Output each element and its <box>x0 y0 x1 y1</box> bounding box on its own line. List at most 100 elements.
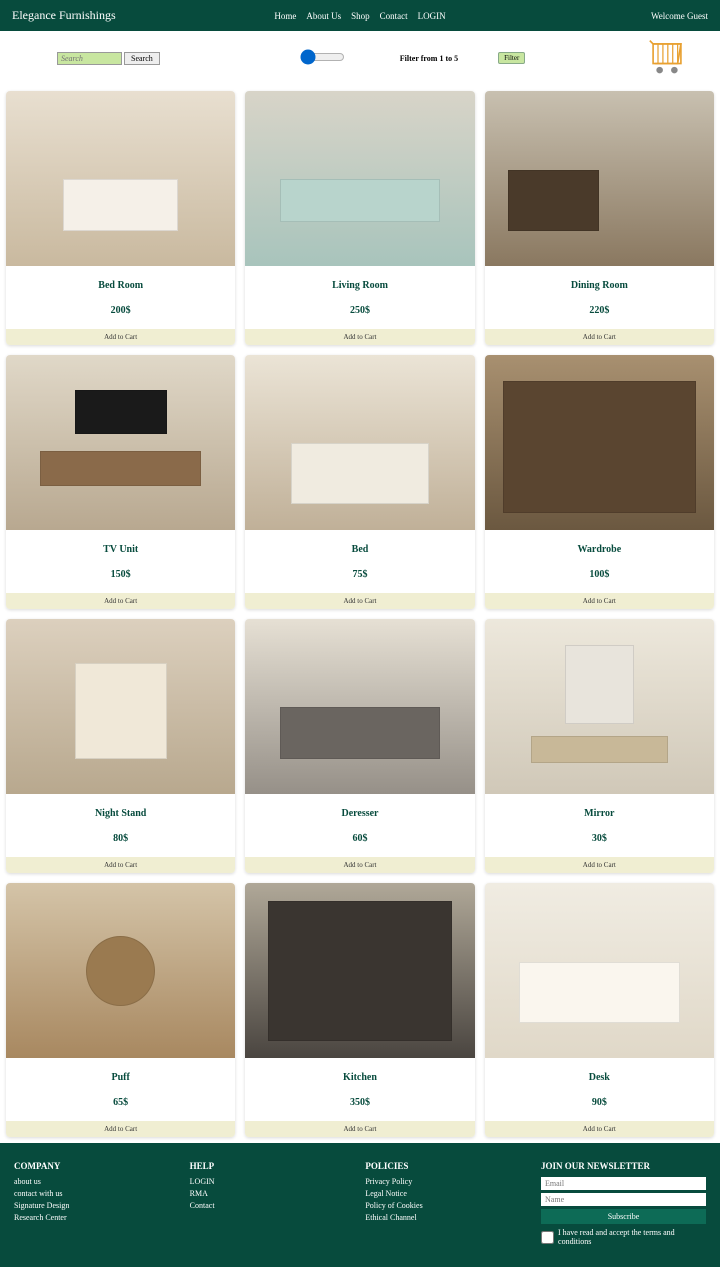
footer-link[interactable]: Signature Design <box>14 1201 160 1210</box>
product-image[interactable] <box>6 355 235 530</box>
search-input[interactable] <box>57 52 122 65</box>
brand-logo: Elegance Furnishings <box>12 8 116 23</box>
footer-help: HELP LOGIN RMA Contact <box>190 1161 336 1249</box>
product-grid: Bed Room200$ Add to Cart Living Room250$ A… <box>0 85 720 1143</box>
cart-icon[interactable] <box>646 39 688 77</box>
product-title: TV Unit <box>6 530 235 563</box>
add-to-cart-button[interactable]: Add to Cart <box>6 329 235 345</box>
footer-policies: POLICIES Privacy Policy Legal Notice Pol… <box>365 1161 511 1249</box>
product-title: Mirror <box>485 794 714 827</box>
product-price: 150$ <box>6 563 235 590</box>
product-card: Wardrobe100$ Add to Cart <box>485 355 714 609</box>
nav-about[interactable]: About Us <box>306 11 341 21</box>
add-to-cart-button[interactable]: Add to Cart <box>245 329 474 345</box>
nav-home[interactable]: Home <box>274 11 296 21</box>
terms-checkbox-row: I have read and accept the terms and con… <box>541 1228 706 1246</box>
footer-link[interactable]: Contact <box>190 1201 336 1210</box>
footer-link[interactable]: Privacy Policy <box>365 1177 511 1186</box>
product-price: 220$ <box>485 299 714 326</box>
product-title: Living Room <box>245 266 474 299</box>
footer-link[interactable]: contact with us <box>14 1189 160 1198</box>
welcome-text: Welcome Guest <box>651 11 708 21</box>
footer-heading: COMPANY <box>14 1161 160 1171</box>
terms-label: I have read and accept the terms and con… <box>558 1228 706 1246</box>
footer-link[interactable]: Policy of Cookies <box>365 1201 511 1210</box>
nav-contact[interactable]: Contact <box>380 11 408 21</box>
product-image[interactable] <box>6 883 235 1058</box>
product-image[interactable] <box>245 355 474 530</box>
product-card: TV Unit150$ Add to Cart <box>6 355 235 609</box>
add-to-cart-button[interactable]: Add to Cart <box>6 1121 235 1137</box>
footer-heading: JOIN OUR NEWSLETTER <box>541 1161 706 1171</box>
search-button[interactable]: Search <box>124 52 160 65</box>
nav-shop[interactable]: Shop <box>351 11 370 21</box>
product-image[interactable] <box>245 91 474 266</box>
product-card: Desk90$ Add to Cart <box>485 883 714 1137</box>
product-image[interactable] <box>6 91 235 266</box>
product-title: Desk <box>485 1058 714 1091</box>
filter-button[interactable]: Filter <box>498 52 525 64</box>
add-to-cart-button[interactable]: Add to Cart <box>485 857 714 873</box>
footer-company: COMPANY about us contact with us Signatu… <box>14 1161 160 1249</box>
product-price: 100$ <box>485 563 714 590</box>
terms-checkbox[interactable] <box>541 1231 554 1244</box>
price-slider-wrap <box>300 49 345 67</box>
footer-link[interactable]: about us <box>14 1177 160 1186</box>
subscribe-button[interactable]: Subscribe <box>541 1209 706 1224</box>
product-title: Deresser <box>245 794 474 827</box>
product-price: 200$ <box>6 299 235 326</box>
product-image[interactable] <box>245 883 474 1058</box>
product-card: Night Stand80$Add to Cart <box>6 619 235 873</box>
newsletter-name-input[interactable] <box>541 1193 706 1206</box>
add-to-cart-button[interactable]: Add to Cart <box>245 1121 474 1137</box>
header: Elegance Furnishings Home About Us Shop … <box>0 0 720 31</box>
add-to-cart-button[interactable]: Add to Cart <box>485 1121 714 1137</box>
nav-login[interactable]: LOGIN <box>418 11 446 21</box>
footer-newsletter: JOIN OUR NEWSLETTER Subscribe I have rea… <box>541 1161 706 1249</box>
filter-label: Filter from 1 to 5 <box>400 54 458 63</box>
newsletter-email-input[interactable] <box>541 1177 706 1190</box>
price-slider[interactable] <box>300 49 345 65</box>
product-price: 75$ <box>245 563 474 590</box>
product-title: Bed <box>245 530 474 563</box>
product-image[interactable] <box>6 619 235 794</box>
product-image[interactable] <box>245 619 474 794</box>
footer-link[interactable]: RMA <box>190 1189 336 1198</box>
footer-link[interactable]: Research Center <box>14 1213 160 1222</box>
product-title: Dining Room <box>485 266 714 299</box>
footer-heading: POLICIES <box>365 1161 511 1171</box>
add-to-cart-button[interactable]: Add to Cart <box>245 593 474 609</box>
footer-link[interactable]: LOGIN <box>190 1177 336 1186</box>
product-card: Kitchen350$ Add to Cart <box>245 883 474 1137</box>
product-image[interactable] <box>485 355 714 530</box>
product-image[interactable] <box>485 883 714 1058</box>
product-image[interactable] <box>485 619 714 794</box>
product-card: Deresser60$Add to Cart <box>245 619 474 873</box>
product-title: Kitchen <box>245 1058 474 1091</box>
main-nav: Home About Us Shop Contact LOGIN <box>274 11 445 21</box>
product-card: Mirror30$ Add to Cart <box>485 619 714 873</box>
add-to-cart-button[interactable]: Add to Cart <box>485 593 714 609</box>
toolbar: Search Filter from 1 to 5 Filter <box>0 31 720 85</box>
search-box: Search <box>57 52 160 65</box>
footer-link[interactable]: Ethical Channel <box>365 1213 511 1222</box>
product-title: Wardrobe <box>485 530 714 563</box>
product-image[interactable] <box>485 91 714 266</box>
product-price: 250$ <box>245 299 474 326</box>
add-to-cart-button[interactable]: Add to Cart <box>6 857 235 873</box>
add-to-cart-button[interactable]: Add to Cart <box>485 329 714 345</box>
product-card: Living Room250$ Add to Cart <box>245 91 474 345</box>
add-to-cart-button[interactable]: Add to Cart <box>6 593 235 609</box>
product-price: 30$ <box>485 827 714 854</box>
product-title: Bed Room <box>6 266 235 299</box>
product-card: Puff65$Add to Cart <box>6 883 235 1137</box>
product-title: Night Stand <box>6 794 235 827</box>
footer: COMPANY about us contact with us Signatu… <box>0 1143 720 1267</box>
product-card: Dining Room220$ Add to Cart <box>485 91 714 345</box>
product-card: Bed75$ Add to Cart <box>245 355 474 609</box>
product-price: 90$ <box>485 1091 714 1118</box>
product-price: 350$ <box>245 1091 474 1118</box>
add-to-cart-button[interactable]: Add to Cart <box>245 857 474 873</box>
footer-heading: HELP <box>190 1161 336 1171</box>
footer-link[interactable]: Legal Notice <box>365 1189 511 1198</box>
